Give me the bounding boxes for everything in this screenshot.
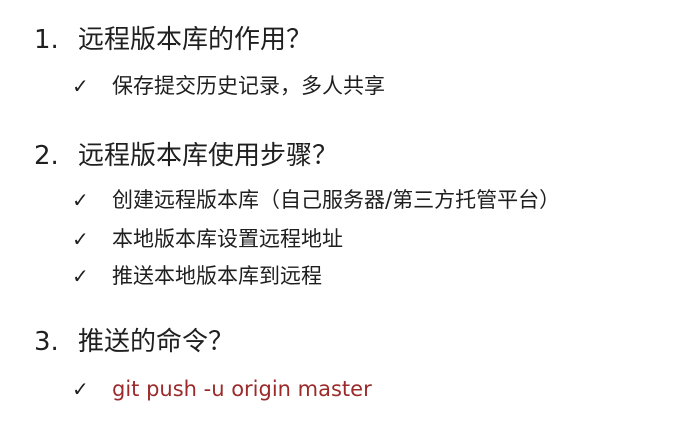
list-item-text: 保存提交历史记录，多人共享 [112, 74, 385, 98]
section-2-heading: 2. 远程版本库使用步骤？ [34, 140, 338, 172]
list-item-text: 推送本地版本库到远程 [112, 264, 322, 288]
section-title: 远程版本库使用步骤？ [78, 141, 339, 171]
list-item-text: 本地版本库设置远程地址 [112, 227, 343, 251]
checkmark-icon: ✓ [72, 74, 89, 98]
checkmark-icon: ✓ [72, 264, 89, 288]
section-number: 1. [34, 25, 59, 55]
list-item: ✓ 保存提交历史记录，多人共享 [72, 72, 385, 100]
checkmark-icon: ✓ [72, 377, 89, 401]
checkmark-icon: ✓ [72, 227, 89, 251]
section-number: 3. [34, 327, 59, 357]
section-number: 2. [34, 141, 59, 171]
list-item-text: 创建远程版本库（自己服务器/第三方托管平台） [112, 188, 561, 212]
section-1-heading: 1. 远程版本库的作用？ [34, 24, 312, 56]
list-item: ✓ 本地版本库设置远程地址 [72, 225, 343, 253]
list-item-command: ✓ git push -u origin master [72, 375, 372, 403]
section-title: 推送的命令？ [78, 327, 235, 357]
section-title: 远程版本库的作用？ [78, 25, 313, 55]
command-text: git push -u origin master [112, 377, 372, 401]
section-3-heading: 3. 推送的命令？ [34, 326, 234, 358]
list-item: ✓ 创建远程版本库（自己服务器/第三方托管平台） [72, 186, 560, 214]
checkmark-icon: ✓ [72, 188, 89, 212]
list-item: ✓ 推送本地版本库到远程 [72, 262, 322, 290]
